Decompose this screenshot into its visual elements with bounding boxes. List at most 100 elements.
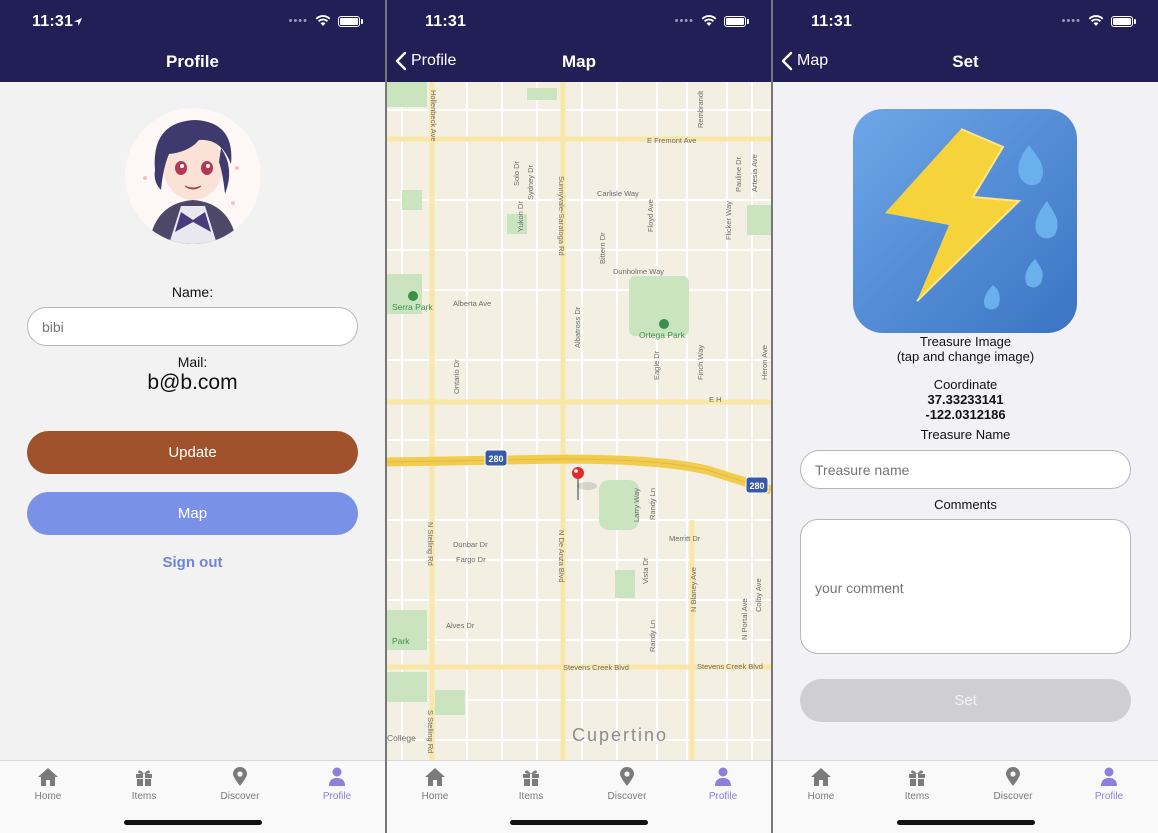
person-icon <box>715 767 731 786</box>
street-label: Stevens Creek Blvd <box>563 663 629 672</box>
person-icon <box>329 767 345 786</box>
three-screen-composite: 11:31 •••• Profile Name: bibi Mail: b@b.… <box>0 0 1158 833</box>
gift-icon <box>909 770 925 786</box>
status-time: 11:31 <box>811 13 853 30</box>
street-label: N Blaney Ave <box>689 567 698 612</box>
signal-dots-icon: •••• <box>674 15 694 27</box>
tab-home[interactable]: Home <box>786 767 856 802</box>
street-label: Ontario Dr <box>452 359 461 394</box>
nav-bar: 11:31 •••• Profile <box>0 0 385 82</box>
treasure-name-label: Treasure Name <box>920 427 1011 442</box>
home-indicator <box>123 820 262 825</box>
street-label: Hollenbeck Ave <box>429 90 438 142</box>
person-icon <box>1101 767 1117 786</box>
street-label: E H <box>709 395 722 404</box>
page-title: Set <box>952 52 979 71</box>
nav-bar: 11:31 •••• Profile Map <box>387 0 771 82</box>
tab-items[interactable]: Items <box>109 767 179 802</box>
treasure-image[interactable] <box>853 109 1077 333</box>
map-button[interactable]: Map <box>27 492 358 535</box>
battery-icon <box>1111 15 1133 27</box>
tab-bar: Home Items Discover Profile <box>387 760 771 833</box>
location-pin-icon <box>620 767 634 786</box>
tab-profile-label: Profile <box>1094 791 1124 802</box>
tab-discover-label: Discover <box>993 791 1033 802</box>
tab-discover[interactable]: Discover <box>592 767 662 802</box>
home-indicator <box>510 820 648 825</box>
name-input[interactable] <box>27 307 358 346</box>
street-label: Sydney Dr <box>526 164 535 200</box>
place-label: College <box>387 733 416 743</box>
park-label: Ortega Park <box>639 330 686 340</box>
street-label: Floyd Ave <box>646 199 655 232</box>
battery-cap <box>747 18 749 24</box>
street-label: Randy Ln <box>648 488 657 520</box>
comments-label: Comments <box>934 497 997 512</box>
svg-text:280: 280 <box>488 454 503 464</box>
tab-profile[interactable]: Profile <box>688 767 758 802</box>
home-icon <box>811 768 831 786</box>
street-label: Merritt Dr <box>669 534 701 543</box>
comment-textarea[interactable] <box>800 519 1131 654</box>
location-pin-icon <box>1006 767 1020 786</box>
street-label: E Fremont Ave <box>647 136 696 145</box>
sign-out-link[interactable]: Sign out <box>0 554 385 571</box>
tab-profile[interactable]: Profile <box>1074 767 1144 802</box>
status-time: 11:31 <box>32 13 74 30</box>
street-label: Heron Ave <box>760 345 769 380</box>
wifi-icon <box>701 15 717 26</box>
treasure-name-input[interactable] <box>800 450 1131 489</box>
street-label: Larry Way <box>632 488 641 522</box>
park-label: Serra Park <box>392 302 433 312</box>
page-title: Map <box>562 52 596 71</box>
street-label: N Stelling Rd <box>426 522 435 566</box>
street-label: Eagle Dr <box>652 350 661 380</box>
street-label: Vista Dr <box>641 557 650 584</box>
tab-profile-label: Profile <box>708 791 738 802</box>
tab-profile[interactable]: Profile <box>302 767 372 802</box>
tab-discover[interactable]: Discover <box>205 767 275 802</box>
tab-bar: Home Items Discover Profile <box>773 760 1158 833</box>
profile-screen: 11:31 •••• Profile Name: bibi Mail: b@b.… <box>0 0 385 833</box>
tab-profile-label: Profile <box>322 791 352 802</box>
street-label: N De Anza Blvd <box>557 530 566 583</box>
map-view[interactable]: 280 280 E Fremont Ave Alberta Ave Carlis… <box>387 0 771 833</box>
street-label: Solo Dr <box>512 160 521 186</box>
coordinate-label: Coordinate <box>933 377 998 392</box>
home-indicator <box>896 820 1035 825</box>
city-label: Cupertino <box>572 725 668 745</box>
street-label: Artesia Ave <box>750 154 759 192</box>
tab-discover[interactable]: Discover <box>978 767 1048 802</box>
page-title: Profile <box>166 52 219 71</box>
name-label: Name: <box>171 284 214 300</box>
tab-items[interactable]: Items <box>496 767 566 802</box>
street-label: Stevens Creek Blvd <box>697 662 763 671</box>
home-icon <box>425 768 445 786</box>
tab-discover-label: Discover <box>220 791 260 802</box>
set-button[interactable]: Set <box>800 679 1131 722</box>
latitude-value: 37.33233141 <box>927 392 1004 407</box>
lightning-rain-icon <box>885 128 1058 310</box>
park-label: Park <box>392 636 410 646</box>
gift-icon <box>523 770 539 786</box>
tab-items[interactable]: Items <box>882 767 952 802</box>
location-pin-icon <box>233 767 247 786</box>
status-icons: •••• <box>1062 15 1136 27</box>
street-label: Colby Ave <box>754 578 763 612</box>
home-icon <box>38 768 58 786</box>
svg-text:280: 280 <box>749 481 764 491</box>
street-label: Pauline Dr <box>734 156 743 192</box>
street-label: Fargo Dr <box>456 555 486 564</box>
status-time: 11:31 <box>425 13 467 30</box>
tab-items-label: Items <box>518 791 544 802</box>
mail-label: Mail: <box>177 354 208 370</box>
tab-home[interactable]: Home <box>400 767 470 802</box>
map-screen: 280 280 E Fremont Ave Alberta Ave Carlis… <box>387 0 771 833</box>
street-label: Finch Way <box>696 345 705 380</box>
tab-home[interactable]: Home <box>13 767 83 802</box>
image-caption-hint: (tap and change image) <box>896 349 1035 364</box>
tab-items-label: Items <box>131 791 157 802</box>
set-screen: 11:31 •••• Map Set Treasure Image (tap a… <box>773 0 1158 833</box>
update-button[interactable]: Update <box>27 431 358 474</box>
tab-home-label: Home <box>807 791 835 802</box>
